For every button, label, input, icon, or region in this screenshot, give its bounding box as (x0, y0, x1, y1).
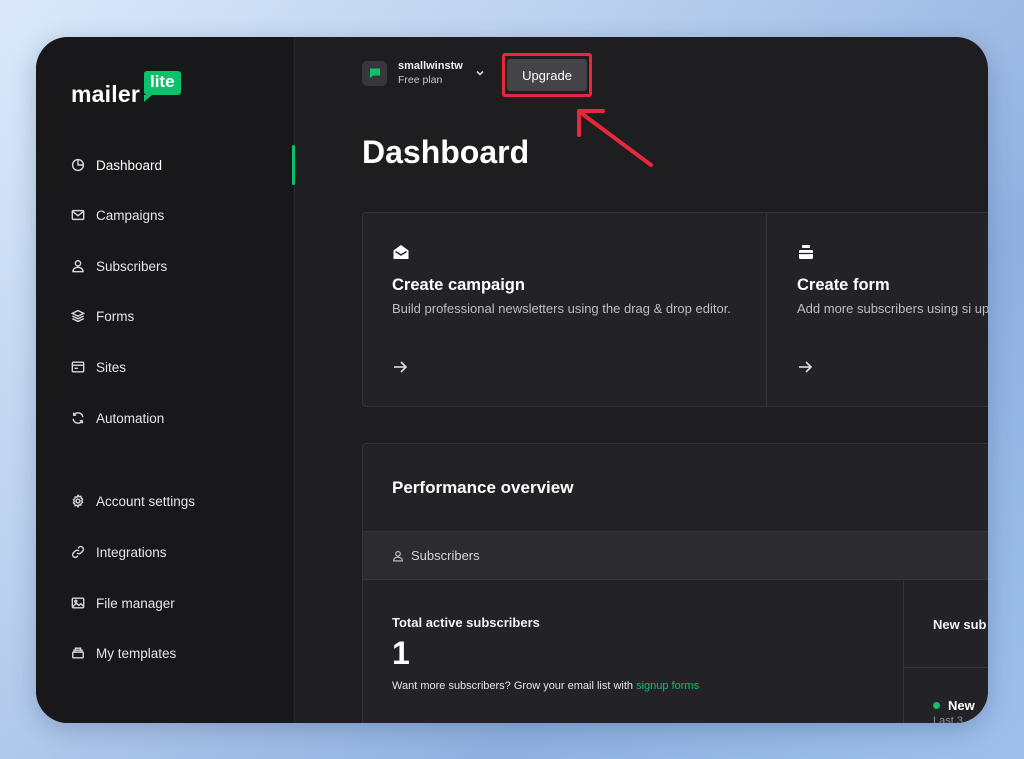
pie-chart-icon (71, 158, 85, 172)
new-item-period: Last 3 (933, 715, 963, 723)
divider (904, 667, 988, 668)
arrow-right-icon[interactable] (392, 359, 408, 375)
signup-forms-link[interactable]: signup forms (636, 680, 699, 692)
sidebar-item-integrations[interactable]: Integrations (71, 540, 167, 564)
sidebar-item-account-settings[interactable]: Account settings (71, 489, 195, 513)
performance-overview: Performance overview Subscribers Total a… (362, 443, 988, 723)
open-envelope-icon (393, 245, 409, 259)
sidebar-item-forms[interactable]: Forms (71, 304, 134, 328)
performance-title: Performance overview (392, 478, 574, 497)
sidebar-item-label: My templates (96, 645, 177, 661)
account-name: smallwinstw (398, 60, 463, 72)
card-description: Build professional newsletters using the… (392, 301, 731, 316)
account-switcher[interactable]: smallwinstw Free plan (362, 59, 485, 87)
sidebar-item-campaigns[interactable]: Campaigns (71, 203, 164, 227)
grow-list-hint: Want more subscribers? Grow your email l… (392, 680, 699, 692)
total-subscribers-value: 1 (392, 635, 410, 671)
upgrade-button[interactable]: Upgrade (507, 59, 587, 91)
sidebar: mailer lite Dashboard Campaigns Subscrib… (36, 37, 295, 723)
sidebar-item-label: Campaigns (96, 207, 165, 223)
new-subscribers-item: New (933, 698, 975, 713)
app-window: mailer lite Dashboard Campaigns Subscrib… (36, 37, 988, 723)
card-title: Create form (797, 276, 890, 294)
image-icon (71, 597, 85, 609)
total-subscribers-panel: Total active subscribers 1 Want more sub… (363, 581, 903, 723)
sidebar-item-label: Dashboard (96, 157, 163, 173)
sidebar-item-label: Automation (96, 410, 165, 426)
user-icon (72, 260, 84, 273)
tab-subscribers[interactable]: Subscribers (392, 548, 480, 563)
logo-badge: lite (143, 71, 181, 102)
sidebar-item-sites[interactable]: Sites (71, 355, 126, 379)
envelope-icon (71, 209, 85, 221)
sidebar-item-label: File manager (96, 595, 175, 611)
sidebar-item-label: Sites (96, 359, 127, 375)
refresh-icon (72, 412, 84, 424)
sidebar-item-label: Forms (96, 308, 135, 324)
new-subscribers-heading: New sub (933, 617, 987, 632)
tab-label: Subscribers (411, 548, 480, 563)
main-content: smallwinstw Free plan Upgrade Dashboard … (296, 37, 988, 723)
annotation-arrow-icon (577, 109, 653, 167)
new-item-label: New (948, 698, 975, 713)
total-subscribers-label: Total active subscribers (392, 615, 540, 630)
logo-text: mailer (71, 81, 140, 107)
form-stack-icon (799, 245, 813, 259)
link-icon (71, 545, 85, 559)
sidebar-item-automation[interactable]: Automation (71, 406, 164, 430)
new-subscribers-panel: New sub New Last 3 (903, 581, 988, 723)
sidebar-item-my-templates[interactable]: My templates (71, 641, 176, 665)
create-form-card[interactable]: Create form Add more subscribers using s… (768, 213, 988, 406)
chevron-down-icon (476, 70, 484, 76)
active-indicator (292, 145, 295, 185)
page-title: Dashboard (362, 134, 530, 170)
hint-text: Want more subscribers? Grow your email l… (392, 680, 637, 692)
arrow-right-icon[interactable] (797, 359, 813, 375)
sidebar-item-label: Subscribers (96, 258, 168, 274)
chat-bubble-icon (369, 68, 380, 78)
template-stack-icon (72, 647, 84, 659)
browser-window-icon (71, 361, 85, 373)
sidebar-item-dashboard[interactable]: Dashboard (71, 153, 162, 177)
user-icon (393, 550, 403, 561)
layers-icon (71, 309, 85, 323)
card-description: Add more subscribers using si ups . (797, 301, 988, 316)
sidebar-item-file-manager[interactable]: File manager (71, 591, 175, 615)
sidebar-item-label: Integrations (96, 544, 167, 560)
mailerlite-logo[interactable]: mailer lite (71, 71, 181, 107)
sidebar-item-label: Account settings (96, 493, 196, 509)
sidebar-item-subscribers[interactable]: Subscribers (71, 254, 167, 278)
status-dot (933, 702, 940, 709)
performance-tabs: Subscribers (363, 531, 988, 580)
quick-actions: Create campaign Build professional newsl… (362, 212, 988, 407)
gear-icon (72, 494, 84, 508)
card-title: Create campaign (392, 276, 525, 294)
account-avatar (362, 60, 387, 86)
create-campaign-card[interactable]: Create campaign Build professional newsl… (363, 213, 767, 406)
account-plan: Free plan (398, 74, 443, 86)
